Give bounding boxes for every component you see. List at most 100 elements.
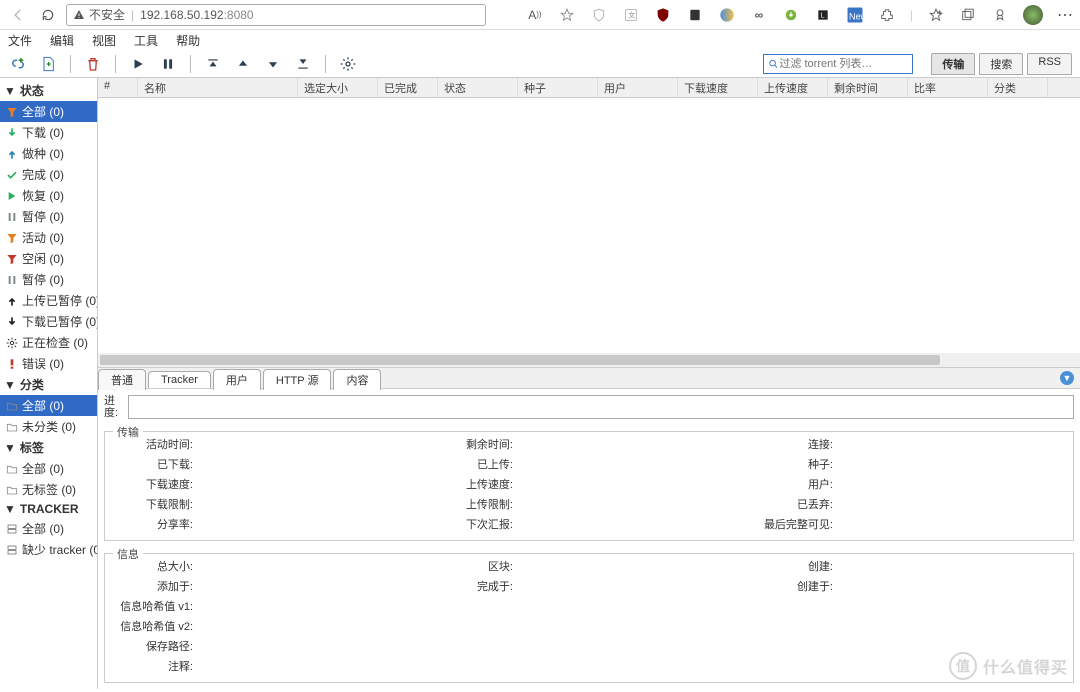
- infinity-icon[interactable]: ∞: [750, 6, 768, 24]
- col-peers[interactable]: 用户: [598, 78, 678, 97]
- table-body[interactable]: [98, 98, 1080, 353]
- sidebar-item-status-11[interactable]: 正在检查 (0): [0, 332, 97, 353]
- sidebar-item-label: 缺少 tracker (0): [22, 541, 98, 558]
- svg-text:New: New: [849, 11, 864, 21]
- btab-tracker[interactable]: Tracker: [148, 371, 211, 388]
- col-cat[interactable]: 分类: [988, 78, 1048, 97]
- back-button[interactable]: [6, 3, 30, 27]
- sidebar-item-status-8[interactable]: 暂停 (0): [0, 269, 97, 290]
- url-bar[interactable]: 不安全 | 192.168.50.192:8080: [66, 4, 486, 26]
- sidebar-item-status-3[interactable]: 完成 (0): [0, 164, 97, 185]
- info-row: 已丢弃:: [753, 496, 1065, 512]
- menu-edit[interactable]: 编辑: [50, 32, 74, 49]
- menu-tools[interactable]: 工具: [134, 32, 158, 49]
- pause-button[interactable]: [158, 54, 178, 74]
- firefox-icon[interactable]: [718, 6, 736, 24]
- col-name[interactable]: 名称: [138, 78, 298, 97]
- sidebar-item-status-12[interactable]: 错误 (0): [0, 353, 97, 374]
- move-up-button[interactable]: [233, 54, 253, 74]
- list-icon[interactable]: L: [814, 6, 832, 24]
- sidebar-item-label: 错误 (0): [22, 355, 64, 372]
- resume-button[interactable]: [128, 54, 148, 74]
- refresh-button[interactable]: [36, 3, 60, 27]
- sidebar-item-category-1[interactable]: 未分类 (0): [0, 416, 97, 437]
- shield-icon[interactable]: [590, 6, 608, 24]
- col-eta[interactable]: 剩余时间: [828, 78, 908, 97]
- col-upspeed[interactable]: 上传速度: [758, 78, 828, 97]
- sidebar-header-tracker[interactable]: ▼TRACKER: [0, 500, 97, 518]
- read-aloud-icon[interactable]: A)): [526, 6, 544, 24]
- filter-orange-icon: [6, 106, 18, 118]
- download-icon[interactable]: [782, 6, 800, 24]
- url-host: 192.168.50.192: [140, 8, 223, 22]
- info-row: 保存路径:: [113, 638, 1065, 654]
- settings-button[interactable]: [338, 54, 358, 74]
- collections-icon[interactable]: [959, 6, 977, 24]
- favorites-star-icon[interactable]: [927, 6, 945, 24]
- more-menu[interactable]: ⋯: [1057, 5, 1074, 25]
- col-done[interactable]: 已完成: [378, 78, 438, 97]
- menu-help[interactable]: 帮助: [176, 32, 200, 49]
- delete-button[interactable]: [83, 54, 103, 74]
- sidebar-item-status-4[interactable]: 恢复 (0): [0, 185, 97, 206]
- transfer-fieldset: 传输 活动时间:剩余时间:连接:已下载:已上传:种子:下载速度:上传速度:用户:…: [104, 431, 1074, 541]
- arrow-down-green-icon: [6, 127, 18, 139]
- col-size[interactable]: 选定大小: [298, 78, 378, 97]
- sidebar-item-status-2[interactable]: 做种 (0): [0, 143, 97, 164]
- sidebar-item-tracker-1[interactable]: 缺少 tracker (0): [0, 539, 97, 560]
- new-tab-icon[interactable]: New: [846, 6, 864, 24]
- move-bottom-button[interactable]: [293, 54, 313, 74]
- profile-avatar[interactable]: [1023, 5, 1043, 25]
- sidebar-item-status-1[interactable]: 下载 (0): [0, 122, 97, 143]
- sidebar-item-tags-1[interactable]: 无标签 (0): [0, 479, 97, 500]
- col-dlspeed[interactable]: 下载速度: [678, 78, 758, 97]
- browser-extensions: A)) 文 ∞ L New | ⋯: [526, 5, 1074, 25]
- menu-file[interactable]: 文件: [8, 32, 32, 49]
- sidebar-header-tags[interactable]: ▼标签: [0, 437, 97, 458]
- sidebar-item-status-9[interactable]: 上传已暂停 (0): [0, 290, 97, 311]
- extensions-icon[interactable]: [878, 6, 896, 24]
- move-down-button[interactable]: [263, 54, 283, 74]
- filter-box[interactable]: [763, 54, 913, 74]
- sidebar-item-tags-0[interactable]: 全部 (0): [0, 458, 97, 479]
- check-green-icon: [6, 169, 18, 181]
- info-row: 注释:: [113, 658, 1065, 674]
- ublock-icon[interactable]: [654, 6, 672, 24]
- translate-icon[interactable]: 文: [622, 6, 640, 24]
- sidebar-item-category-0[interactable]: 全部 (0): [0, 395, 97, 416]
- tab-rss[interactable]: RSS: [1027, 53, 1072, 75]
- sidebar-item-label: 完成 (0): [22, 166, 64, 183]
- col-ratio[interactable]: 比率: [908, 78, 988, 97]
- btab-peers[interactable]: 用户: [213, 369, 261, 390]
- sidebar-item-status-6[interactable]: 活动 (0): [0, 227, 97, 248]
- sidebar-item-status-0[interactable]: 全部 (0): [0, 101, 97, 122]
- tab-transfers[interactable]: 传输: [931, 53, 975, 75]
- rewards-icon[interactable]: [991, 6, 1009, 24]
- sidebar-header-status[interactable]: ▼状态: [0, 80, 97, 101]
- col-status[interactable]: 状态: [438, 78, 518, 97]
- sidebar-item-status-10[interactable]: 下载已暂停 (0): [0, 311, 97, 332]
- sidebar-header-category[interactable]: ▼分类: [0, 374, 97, 395]
- btab-content[interactable]: 内容: [333, 369, 381, 390]
- sidebar-item-label: 上传已暂停 (0): [22, 292, 98, 309]
- favorite-icon[interactable]: [558, 6, 576, 24]
- move-top-button[interactable]: [203, 54, 223, 74]
- menu-view[interactable]: 视图: [92, 32, 116, 49]
- add-link-button[interactable]: [8, 54, 28, 74]
- sidebar-item-status-5[interactable]: 暂停 (0): [0, 206, 97, 227]
- col-seeds[interactable]: 种子: [518, 78, 598, 97]
- sidebar-item-status-7[interactable]: 空闲 (0): [0, 248, 97, 269]
- col-num[interactable]: #: [98, 78, 138, 97]
- info-row: 剩余时间:: [433, 436, 745, 452]
- tab-search[interactable]: 搜索: [979, 53, 1023, 75]
- btab-http[interactable]: HTTP 源: [263, 369, 332, 390]
- collapse-panel-button[interactable]: ▼: [1060, 371, 1074, 385]
- play-green-icon: [6, 190, 18, 202]
- horizontal-scrollbar[interactable]: [98, 353, 1080, 367]
- btab-general[interactable]: 普通: [98, 369, 146, 390]
- add-file-button[interactable]: [38, 54, 58, 74]
- transfer-legend: 传输: [113, 424, 143, 440]
- evernote-icon[interactable]: [686, 6, 704, 24]
- sidebar-item-tracker-0[interactable]: 全部 (0): [0, 518, 97, 539]
- filter-input[interactable]: [779, 58, 908, 70]
